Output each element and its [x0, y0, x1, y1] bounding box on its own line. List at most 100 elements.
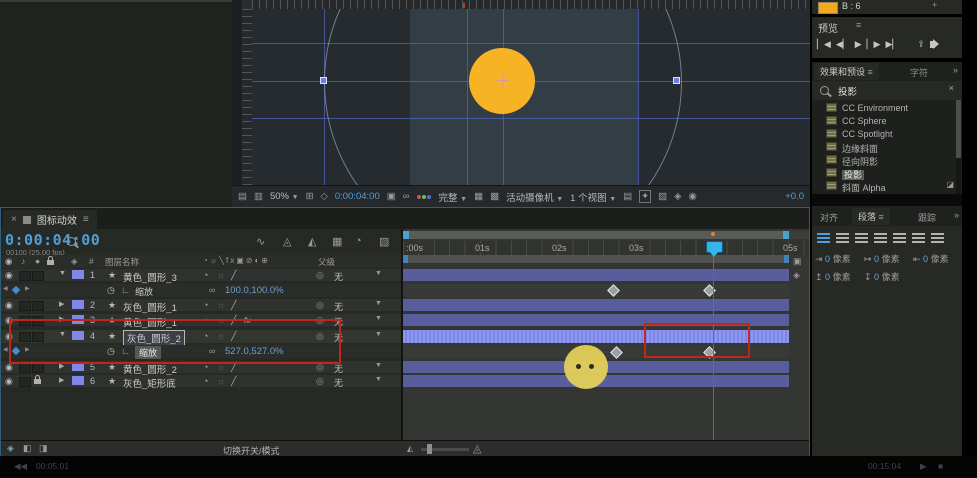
parent-dropdown-icon[interactable]: ▼ [375, 270, 382, 277]
lens-blur-icon[interactable]: ◉ [688, 191, 696, 202]
expand-icon[interactable]: ▶ [59, 300, 64, 308]
parent-column-header[interactable]: 父级 [318, 256, 335, 268]
parent-dropdown-icon[interactable]: ▼ [375, 376, 382, 383]
layer-name-column-header[interactable]: 图层名称 [105, 256, 139, 268]
parent-dropdown-icon[interactable]: ▼ [375, 331, 382, 338]
extended-viewer-icon[interactable]: ◈ [674, 191, 681, 202]
next-keyframe-icon[interactable]: ▶ [25, 285, 30, 292]
effects-switch[interactable]: ☼ [217, 270, 225, 280]
always-preview-icon[interactable]: ▤ [238, 191, 247, 202]
tab-effects-presets[interactable]: 效果和预设 ≡ [814, 63, 879, 80]
parent-pickwhip-icon[interactable]: ◎ [316, 300, 324, 311]
goggles-icon[interactable]: ▤ [623, 191, 632, 202]
effects-scrollbar[interactable] [956, 100, 961, 194]
effect-item-selected[interactable]: 投影 [812, 166, 962, 179]
indent-left-field[interactable]: ⇥ 0 像素 [815, 252, 851, 265]
tab-align[interactable]: 对齐 [820, 211, 838, 224]
layer-bar-1[interactable] [403, 269, 789, 281]
player-volume-icon[interactable]: ▶ [920, 461, 927, 472]
graph-editor-icon[interactable]: ▨ [379, 235, 389, 248]
region-of-interest-icon[interactable]: ◇ [321, 191, 328, 202]
property-name[interactable]: 缩放 [135, 285, 153, 298]
playhead[interactable] [706, 241, 723, 253]
parent-dropdown-icon[interactable]: ▼ [375, 300, 382, 307]
effects-switch[interactable]: ☼ [217, 300, 225, 310]
effects-switch[interactable]: ☼ [217, 376, 225, 386]
align-right-button[interactable] [855, 233, 868, 244]
parent-pickwhip-icon[interactable]: ◎ [316, 270, 324, 281]
time-ruler[interactable]: :00s 01s 02s 03s 05s [403, 241, 809, 255]
expand-transfer-controls-icon[interactable]: ◧ [23, 443, 32, 454]
time-navigator-bar[interactable] [403, 231, 789, 239]
layer-name[interactable]: 灰色_矩形底 [123, 376, 176, 390]
tab-tracker[interactable]: 跟踪 [918, 211, 936, 224]
justify-last-left-button[interactable] [874, 233, 887, 244]
current-time-field[interactable]: 0:00:04:00 [5, 231, 100, 249]
navigator-end-handle[interactable] [783, 231, 789, 239]
parent-value[interactable]: 无 [334, 376, 343, 389]
parent-value[interactable]: 无 [334, 270, 343, 283]
close-icon[interactable]: × [11, 214, 17, 225]
first-frame-button[interactable]: ▏◀ [817, 39, 831, 50]
preview-menu-icon[interactable]: ≡ [856, 20, 861, 30]
ground-plane-icon[interactable]: ▨ [658, 191, 667, 202]
tab-character[interactable]: 字符 [910, 66, 928, 79]
layer-name[interactable]: 黄色_圆形_3 [123, 270, 177, 284]
align-center-button[interactable] [836, 233, 849, 244]
justify-all-button[interactable] [931, 233, 944, 244]
snapshot-icon[interactable]: ▣ [387, 191, 396, 202]
expand-layer-switches-icon[interactable]: ◈ [7, 443, 14, 454]
parent-pickwhip-icon[interactable]: ◎ [316, 376, 324, 387]
link-icon[interactable]: ∞ [209, 285, 215, 295]
info-plus-icon[interactable]: + [932, 0, 937, 10]
layer-row-2[interactable]: ◉ ▶ 2★ 灰色_圆形_1 ◔☼╱ ◎无▼ [1, 299, 401, 311]
vertical-ruler[interactable] [242, 9, 252, 185]
shy-layers-icon[interactable]: ◭ [308, 235, 316, 248]
label-swatch[interactable] [72, 376, 84, 385]
previous-frame-button[interactable]: ◀▏ [836, 39, 850, 50]
panel-menu-icon[interactable]: ≡ [83, 214, 89, 225]
viewer-current-time[interactable]: 0:00:04:00 [335, 191, 380, 202]
quality-switch[interactable]: ◔ [203, 300, 208, 310]
scrollbar-thumb[interactable] [956, 100, 961, 158]
navigator-start-handle[interactable] [403, 231, 409, 239]
justify-last-center-button[interactable] [893, 233, 906, 244]
transparency-grid-icon[interactable]: ▩ [490, 191, 499, 202]
expand-icon[interactable]: ▼ [59, 270, 66, 277]
magnification-dropdown[interactable]: 50% ▼ [270, 191, 299, 202]
fast-previews-icon[interactable]: ▦ [474, 191, 483, 202]
rewind-icon[interactable]: ◀◀ [14, 461, 27, 472]
view-layout-dropdown[interactable]: 1 个视图 ▼ [570, 190, 616, 204]
scale-value[interactable]: 100.0,100.0% [225, 285, 284, 296]
eye-icon[interactable]: ◉ [5, 376, 13, 387]
label-swatch[interactable] [72, 300, 84, 309]
work-area-bar[interactable] [403, 255, 789, 263]
eye-icon[interactable]: ◉ [5, 300, 13, 311]
first-line-indent-field[interactable]: ↦ 0 像素 [864, 252, 900, 265]
choose-grid-icon[interactable]: ⊞ [306, 191, 314, 202]
motion-blur-icon[interactable]: ◔ [355, 235, 362, 247]
layer-row-1[interactable]: ◉ ▼ 1★ 黄色_圆形_3 ◔☼╱ ◎无▼ [1, 269, 401, 281]
previous-keyframe-icon[interactable]: ◀ [3, 346, 8, 353]
audio-mute-icon[interactable] [930, 41, 935, 48]
align-left-button[interactable] [817, 233, 830, 244]
zoom-in-mountain-icon[interactable]: ◬ [473, 442, 481, 455]
active-camera-dropdown[interactable]: 活动摄像机 ▼ [506, 190, 563, 204]
clear-search-icon[interactable]: × [949, 83, 954, 93]
parent-dropdown-icon[interactable]: ▼ [375, 315, 382, 322]
effect-item[interactable]: 边缘斜面 [812, 140, 962, 153]
anchor-point-icon[interactable] [502, 74, 503, 87]
player-fullscreen-icon[interactable]: ■ [938, 461, 943, 471]
shuttle-icon[interactable]: ⇪ [917, 39, 925, 50]
quality-switch[interactable]: ◔ [203, 376, 208, 386]
comp-button-icon[interactable]: ◈ [793, 270, 800, 281]
layer-name[interactable]: 黄色_圆形_2 [123, 362, 177, 376]
eye-icon[interactable]: ◉ [5, 270, 13, 281]
layer-name[interactable]: 灰色_圆形_1 [123, 300, 177, 314]
expand-inout-columns-icon[interactable]: ◨ [39, 443, 48, 454]
mini-flowchart-icon[interactable]: ∿ [256, 235, 265, 248]
space-after-field[interactable]: ↧ 0 像素 [864, 270, 900, 283]
stopwatch-icon[interactable]: ◷ [107, 285, 115, 296]
space-before-field[interactable]: ↥ 0 像素 [815, 270, 851, 283]
effect-item[interactable]: CC Spotlight [812, 127, 962, 140]
